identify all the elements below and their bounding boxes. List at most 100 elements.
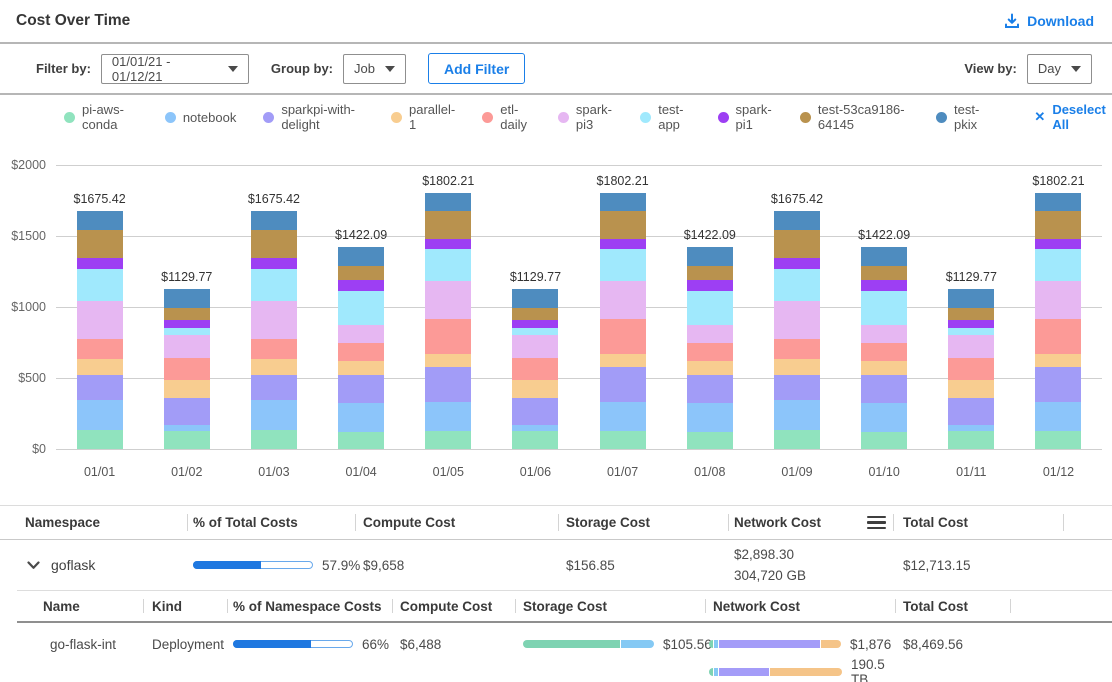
bar-segment-sparkpi-with-delight[interactable] bbox=[600, 367, 646, 402]
bar-segment-spark-pi3[interactable] bbox=[425, 281, 471, 319]
bar-segment-test-app[interactable] bbox=[687, 291, 733, 324]
legend-item-test-pkix[interactable]: test-pkix bbox=[936, 102, 987, 132]
bar-segment-parallel-1[interactable] bbox=[774, 359, 820, 374]
bar-01/10[interactable]: $1422.09 bbox=[841, 228, 928, 449]
bar-segment-spark-pi3[interactable] bbox=[164, 335, 210, 358]
bar-segment-etl-daily[interactable] bbox=[338, 343, 384, 362]
bar-segment-notebook[interactable] bbox=[600, 402, 646, 431]
legend-item-notebook[interactable]: notebook bbox=[165, 110, 237, 125]
bar-segment-sparkpi-with-delight[interactable] bbox=[338, 375, 384, 403]
bar-segment-test-53ca9186-64145[interactable] bbox=[251, 230, 297, 259]
bar-segment-test-53ca9186-64145[interactable] bbox=[425, 211, 471, 239]
bar-01/04[interactable]: $1422.09 bbox=[318, 228, 405, 449]
bar-segment-parallel-1[interactable] bbox=[164, 380, 210, 398]
bar-segment-spark-pi3[interactable] bbox=[512, 335, 558, 358]
bar-segment-notebook[interactable] bbox=[425, 402, 471, 431]
legend-item-parallel-1[interactable]: parallel-1 bbox=[391, 102, 455, 132]
bar-segment-parallel-1[interactable] bbox=[861, 361, 907, 375]
legend-item-test-53ca9186-64145[interactable]: test-53ca9186-64145 bbox=[800, 102, 909, 132]
add-filter-button[interactable]: Add Filter bbox=[428, 53, 525, 84]
bar-segment-test-app[interactable] bbox=[251, 269, 297, 301]
bar-segment-spark-pi3[interactable] bbox=[861, 325, 907, 343]
bar-segment-test-pkix[interactable] bbox=[1035, 193, 1081, 211]
bar-segment-pi-aws-conda[interactable] bbox=[512, 431, 558, 449]
bar-segment-notebook[interactable] bbox=[77, 400, 123, 430]
bar-segment-etl-daily[interactable] bbox=[164, 358, 210, 380]
bar-segment-test-53ca9186-64145[interactable] bbox=[600, 211, 646, 239]
legend-item-sparkpi-with-delight[interactable]: sparkpi-with-delight bbox=[263, 102, 364, 132]
bar-segment-etl-daily[interactable] bbox=[512, 358, 558, 380]
bar-segment-test-pkix[interactable] bbox=[425, 193, 471, 211]
bar-segment-test-pkix[interactable] bbox=[948, 289, 994, 308]
group-by-select[interactable]: Job bbox=[343, 54, 406, 84]
bar-segment-parallel-1[interactable] bbox=[512, 380, 558, 398]
bar-segment-pi-aws-conda[interactable] bbox=[164, 431, 210, 449]
legend-item-pi-aws-conda[interactable]: pi-aws-conda bbox=[64, 102, 138, 132]
bar-segment-spark-pi1[interactable] bbox=[687, 280, 733, 292]
bar-segment-test-53ca9186-64145[interactable] bbox=[77, 230, 123, 259]
bar-segment-sparkpi-with-delight[interactable] bbox=[948, 398, 994, 425]
bar-segment-test-app[interactable] bbox=[425, 249, 471, 281]
bar-segment-pi-aws-conda[interactable] bbox=[774, 430, 820, 449]
bar-segment-etl-daily[interactable] bbox=[948, 358, 994, 380]
col-pct-total[interactable]: % of Total Costs bbox=[187, 506, 355, 539]
bar-segment-test-app[interactable] bbox=[338, 291, 384, 324]
bar-segment-test-app[interactable] bbox=[1035, 249, 1081, 281]
bar-01/05[interactable]: $1802.21 bbox=[405, 174, 492, 449]
namespace-cell[interactable]: goflask bbox=[0, 557, 187, 573]
bar-segment-test-53ca9186-64145[interactable] bbox=[861, 266, 907, 280]
bar-segment-notebook[interactable] bbox=[1035, 402, 1081, 431]
bar-segment-spark-pi1[interactable] bbox=[77, 258, 123, 268]
bar-segment-sparkpi-with-delight[interactable] bbox=[687, 375, 733, 403]
bar-01/03[interactable]: $1675.42 bbox=[230, 192, 317, 449]
col-compute-cost[interactable]: Compute Cost bbox=[392, 591, 515, 621]
bar-segment-parallel-1[interactable] bbox=[687, 361, 733, 375]
bar-segment-sparkpi-with-delight[interactable] bbox=[77, 375, 123, 400]
bar-segment-spark-pi3[interactable] bbox=[774, 301, 820, 340]
bar-segment-spark-pi3[interactable] bbox=[600, 281, 646, 319]
bar-segment-test-pkix[interactable] bbox=[687, 247, 733, 266]
bar-segment-etl-daily[interactable] bbox=[251, 339, 297, 359]
col-network-cost[interactable]: Network Cost bbox=[705, 591, 895, 621]
legend-item-spark-pi3[interactable]: spark-pi3 bbox=[558, 102, 613, 132]
bar-segment-spark-pi3[interactable] bbox=[77, 301, 123, 340]
table-row-goflask[interactable]: goflask 57.9% $9,658 $156.85 $2,898.30 3… bbox=[0, 540, 1112, 590]
bar-01/08[interactable]: $1422.09 bbox=[666, 228, 753, 449]
bar-segment-sparkpi-with-delight[interactable] bbox=[1035, 367, 1081, 402]
bar-segment-pi-aws-conda[interactable] bbox=[77, 430, 123, 449]
bar-segment-spark-pi3[interactable] bbox=[687, 325, 733, 343]
col-kind[interactable]: Kind bbox=[143, 591, 227, 621]
bar-segment-parallel-1[interactable] bbox=[77, 359, 123, 374]
col-total-cost[interactable]: Total Cost bbox=[893, 506, 1063, 539]
bar-segment-spark-pi1[interactable] bbox=[1035, 239, 1081, 249]
bar-segment-test-53ca9186-64145[interactable] bbox=[164, 308, 210, 320]
bar-segment-parallel-1[interactable] bbox=[425, 354, 471, 367]
bar-01/02[interactable]: $1129.77 bbox=[143, 270, 230, 449]
bar-segment-etl-daily[interactable] bbox=[861, 343, 907, 362]
legend-item-test-app[interactable]: test-app bbox=[640, 102, 690, 132]
col-pct-namespace[interactable]: % of Namespace Costs bbox=[227, 591, 392, 621]
bar-segment-sparkpi-with-delight[interactable] bbox=[774, 375, 820, 400]
bar-segment-parallel-1[interactable] bbox=[948, 380, 994, 398]
bar-segment-test-pkix[interactable] bbox=[600, 193, 646, 211]
bar-segment-spark-pi1[interactable] bbox=[861, 280, 907, 292]
bar-segment-pi-aws-conda[interactable] bbox=[861, 432, 907, 449]
bar-01/12[interactable]: $1802.21 bbox=[1015, 174, 1102, 449]
bar-segment-sparkpi-with-delight[interactable] bbox=[164, 398, 210, 425]
col-compute-cost[interactable]: Compute Cost bbox=[355, 506, 558, 539]
bar-segment-spark-pi1[interactable] bbox=[948, 320, 994, 329]
bar-segment-test-app[interactable] bbox=[861, 291, 907, 324]
table-row-go-flask-int[interactable]: go-flask-int Deployment 66% $6,488 $105.… bbox=[17, 623, 1112, 682]
bar-segment-test-app[interactable] bbox=[774, 269, 820, 301]
bar-segment-test-53ca9186-64145[interactable] bbox=[774, 230, 820, 259]
bar-segment-pi-aws-conda[interactable] bbox=[338, 432, 384, 449]
legend-item-etl-daily[interactable]: etl-daily bbox=[482, 102, 531, 132]
view-by-select[interactable]: Day bbox=[1027, 54, 1092, 84]
bar-segment-pi-aws-conda[interactable] bbox=[425, 431, 471, 449]
bar-segment-parallel-1[interactable] bbox=[600, 354, 646, 367]
bar-segment-spark-pi1[interactable] bbox=[338, 280, 384, 292]
bar-01/07[interactable]: $1802.21 bbox=[579, 174, 666, 449]
bar-segment-test-pkix[interactable] bbox=[512, 289, 558, 308]
bar-segment-spark-pi3[interactable] bbox=[1035, 281, 1081, 319]
bar-segment-spark-pi1[interactable] bbox=[512, 320, 558, 329]
